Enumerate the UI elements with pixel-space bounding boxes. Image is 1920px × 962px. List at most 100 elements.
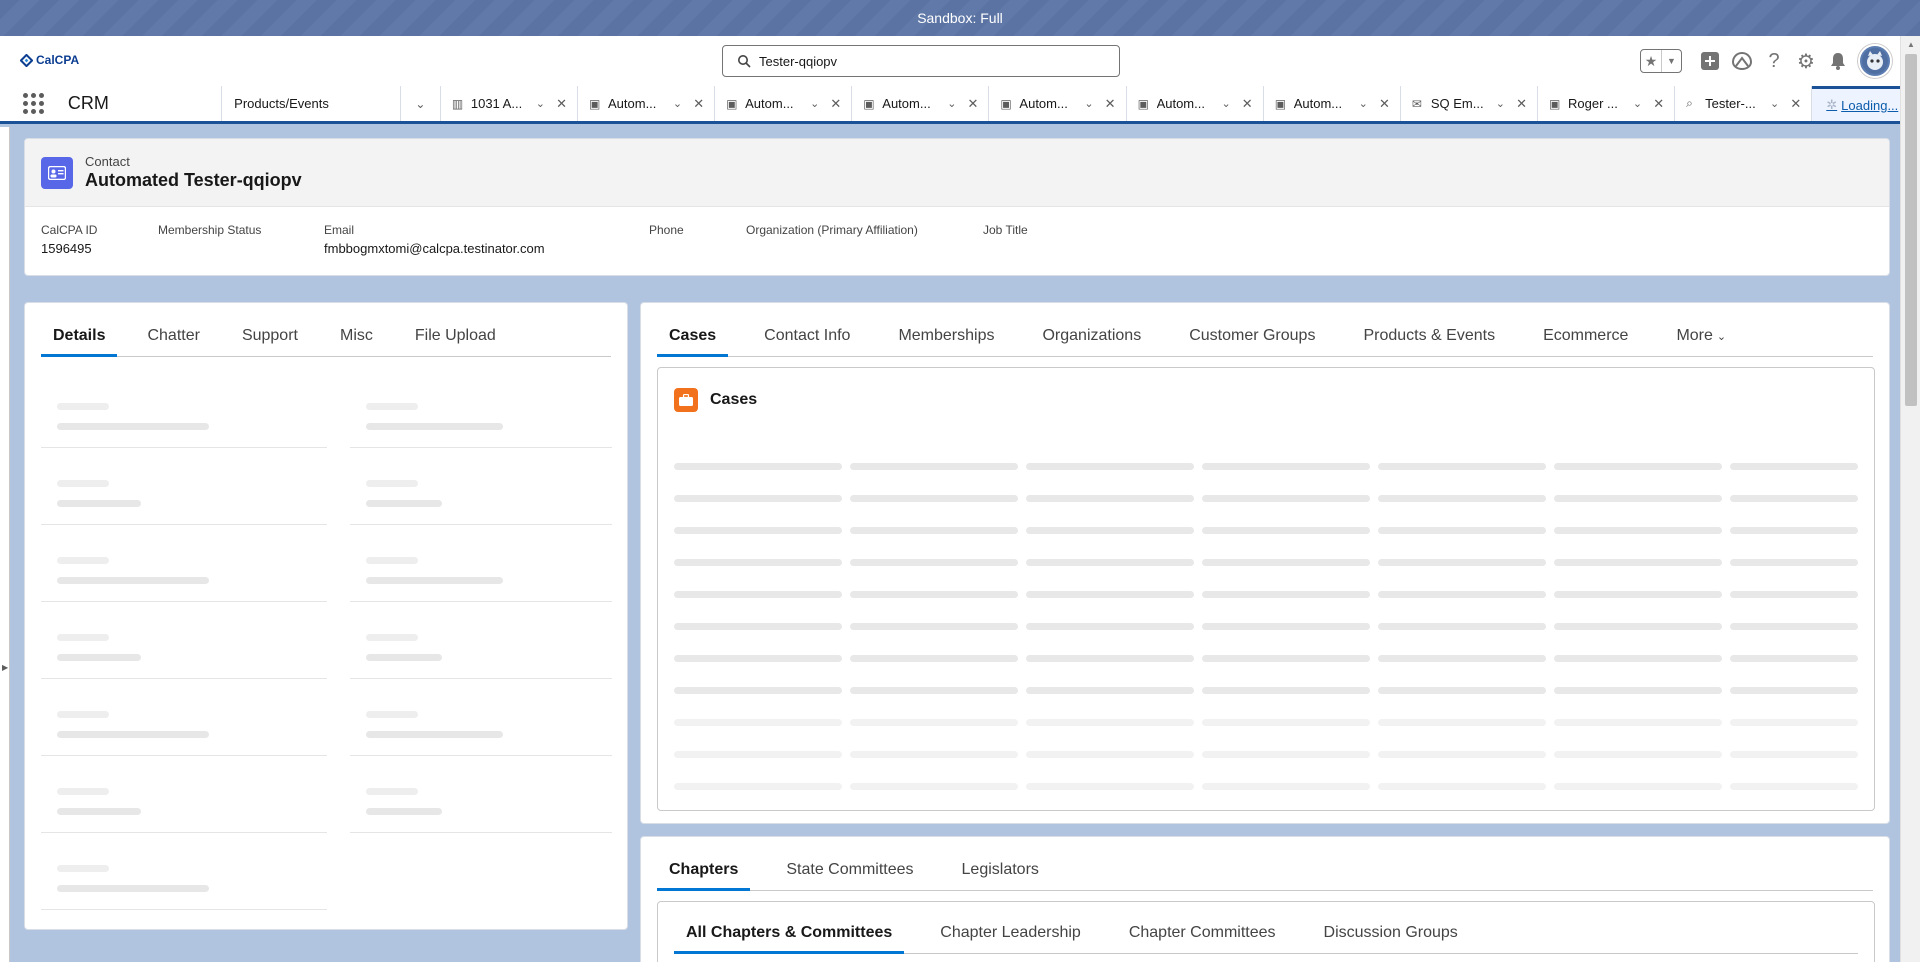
trailhead-icon[interactable]: [1726, 45, 1758, 77]
workspace-tab[interactable]: ▥ 1031 A... ⌄ ✕: [441, 86, 578, 121]
skeleton-cell: [1026, 558, 1194, 566]
chevron-down-icon[interactable]: ⌄: [1496, 97, 1505, 110]
skeleton-cell: [850, 462, 1018, 470]
chevron-down-icon[interactable]: ⌄: [536, 97, 545, 110]
tab-chapter-leadership[interactable]: Chapter Leadership: [928, 902, 1093, 953]
chevron-down-icon[interactable]: ⌄: [1221, 97, 1230, 110]
workspace-tab[interactable]: ⌕ Tester-... ⌄ ✕: [1675, 86, 1813, 121]
chevron-down-icon[interactable]: ⌄: [1633, 97, 1642, 110]
tab-chatter[interactable]: Chatter: [135, 315, 211, 356]
tab-contact-info[interactable]: Contact Info: [752, 315, 862, 356]
user-avatar[interactable]: [1858, 44, 1892, 78]
chevron-down-icon: ⌄: [1716, 331, 1727, 343]
tab-file-upload[interactable]: File Upload: [403, 315, 508, 356]
close-icon[interactable]: ✕: [830, 96, 841, 112]
app-launcher-waffle-icon[interactable]: [0, 86, 68, 121]
skeleton-cell: [674, 750, 842, 758]
chevron-down-icon[interactable]: ⌄: [1359, 97, 1368, 110]
skeleton-cell: [1026, 494, 1194, 502]
tab-cases[interactable]: Cases: [657, 315, 729, 357]
sandbox-banner: Sandbox: Full: [0, 0, 1920, 36]
workspace-tab[interactable]: ▣ Autom... ⌄ ✕: [989, 86, 1127, 121]
skeleton-cell: [1202, 494, 1370, 502]
expand-arrow-icon[interactable]: ▶: [2, 663, 8, 672]
more-label: More: [1676, 327, 1713, 344]
global-search-input[interactable]: Tester-qqiopv: [722, 45, 1120, 77]
tab-support[interactable]: Support: [230, 315, 310, 356]
chapters-card: Chapters State Committees Legislators Al…: [640, 836, 1890, 962]
page-scrollbar[interactable]: ▲: [1900, 36, 1920, 962]
tab-chapters[interactable]: Chapters: [657, 849, 751, 891]
close-icon[interactable]: ✕: [556, 96, 567, 112]
chapters-tabset: Chapters State Committees Legislators: [657, 849, 1873, 891]
skeleton-cell: [1202, 782, 1370, 790]
skeleton-cell: [1378, 462, 1546, 470]
close-icon[interactable]: ✕: [1379, 96, 1390, 112]
tab-organizations[interactable]: Organizations: [1030, 315, 1153, 356]
nav-menu-chevron-down-icon[interactable]: ⌄: [400, 86, 441, 121]
close-icon[interactable]: ✕: [1790, 96, 1801, 112]
tab-legislators[interactable]: Legislators: [950, 849, 1051, 890]
scroll-up-arrow-icon[interactable]: ▲: [1907, 40, 1915, 49]
contact-card-icon: ▣: [589, 96, 601, 111]
tab-state-committees[interactable]: State Committees: [774, 849, 925, 890]
close-icon[interactable]: ✕: [1653, 96, 1664, 112]
email-link[interactable]: fmbbogmxtomi@calcpa.testinator.com: [324, 241, 545, 256]
skeleton-cell: [1730, 782, 1858, 790]
workspace-tab[interactable]: ▣ Autom... ⌄ ✕: [1127, 86, 1264, 121]
setup-gear-icon[interactable]: ⚙: [1790, 45, 1822, 77]
workspace-tab[interactable]: ▣ Autom... ⌄ ✕: [852, 86, 990, 121]
chevron-down-icon[interactable]: ⌄: [1770, 97, 1779, 110]
chevron-down-icon[interactable]: ▼: [1661, 50, 1681, 72]
skeleton-cell: [1026, 526, 1194, 534]
skeleton-cell: [1378, 750, 1546, 758]
tab-products-events[interactable]: Products & Events: [1351, 315, 1507, 356]
workspace-tab[interactable]: ▣ Autom... ⌄ ✕: [715, 86, 853, 121]
help-icon[interactable]: ?: [1758, 45, 1790, 77]
workspace-tab[interactable]: ✉ SQ Em... ⌄ ✕: [1401, 86, 1538, 121]
chevron-down-icon[interactable]: ⌄: [810, 97, 819, 110]
workspace-tab[interactable]: ▣ Autom... ⌄ ✕: [578, 86, 716, 121]
close-icon[interactable]: ✕: [1105, 96, 1116, 112]
field-label: CalCPA ID: [41, 223, 98, 237]
close-icon[interactable]: ✕: [693, 96, 704, 112]
skeleton-cell: [850, 782, 1018, 790]
tab-ecommerce[interactable]: Ecommerce: [1531, 315, 1640, 356]
skeleton-row: [674, 546, 1860, 578]
tab-discussion-groups[interactable]: Discussion Groups: [1312, 902, 1470, 953]
skeleton-cell: [1378, 622, 1546, 630]
skeleton-cell: [1554, 590, 1722, 598]
tab-chapter-committees[interactable]: Chapter Committees: [1117, 902, 1288, 953]
skeleton-cell: [1554, 462, 1722, 470]
workspace-tab[interactable]: ▣ Autom... ⌄ ✕: [1264, 86, 1401, 121]
workspace-tab[interactable]: ▣ Roger ... ⌄ ✕: [1538, 86, 1676, 121]
tab-more[interactable]: More ⌄: [1664, 315, 1738, 356]
skeleton-cell: [1554, 494, 1722, 502]
calcpa-logo[interactable]: CalCPA: [20, 53, 79, 67]
close-icon[interactable]: ✕: [1242, 96, 1253, 112]
chevron-down-icon[interactable]: ⌄: [947, 97, 956, 110]
tab-details[interactable]: Details: [41, 315, 118, 357]
chevron-down-icon[interactable]: ⌄: [673, 97, 682, 110]
chevron-down-icon[interactable]: ⌄: [1084, 97, 1093, 110]
tab-memberships[interactable]: Memberships: [886, 315, 1006, 356]
tab-misc[interactable]: Misc: [328, 315, 385, 356]
tab-loading[interactable]: ✲ Loading...: [1812, 86, 1900, 121]
favorites-star-icon[interactable]: ★: [1641, 50, 1661, 72]
favorites-group: ★ ▼: [1640, 49, 1682, 73]
global-actions-add-icon[interactable]: [1694, 45, 1726, 77]
skeleton-cell: [1202, 526, 1370, 534]
skeleton-cell: [1730, 718, 1858, 726]
skeleton-cell: [674, 526, 842, 534]
notifications-bell-icon[interactable]: [1822, 45, 1854, 77]
skeleton-cell: [1554, 782, 1722, 790]
object-nav-select[interactable]: Products/Events: [221, 86, 400, 121]
tab-customer-groups[interactable]: Customer Groups: [1177, 315, 1327, 356]
skeleton-row: [674, 450, 1860, 482]
close-icon[interactable]: ✕: [1516, 96, 1527, 112]
skeleton-cell: [1730, 526, 1858, 534]
chapters-subpanel: All Chapters & Committees Chapter Leader…: [657, 901, 1875, 962]
scrollbar-thumb[interactable]: [1905, 54, 1917, 406]
close-icon[interactable]: ✕: [968, 96, 979, 112]
tab-all-chapters-committees[interactable]: All Chapters & Committees: [674, 902, 905, 954]
